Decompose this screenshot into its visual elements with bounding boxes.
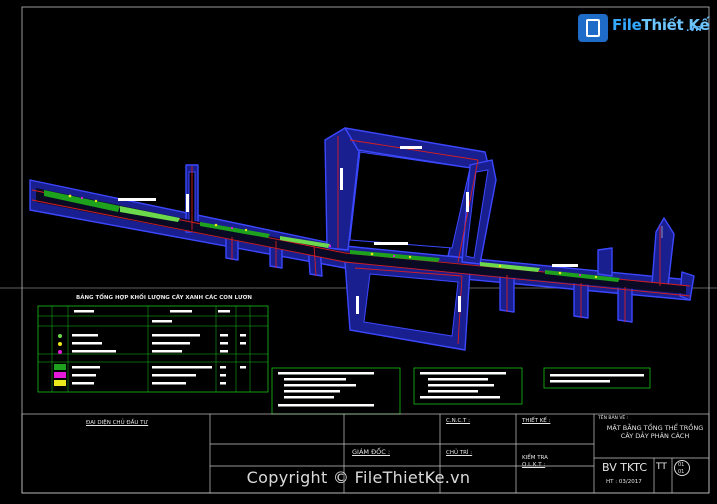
owner-rep-label: ĐẠI DIỆN CHỦ ĐẦU TƯ — [86, 420, 149, 426]
cnct-label: C.N.C.T : — [446, 418, 471, 424]
checker-label: KIỂM TRA — [522, 455, 548, 461]
drawing-name-label: TÊN BẢN VẼ : — [598, 416, 629, 421]
block-top-inner — [349, 151, 471, 249]
table-title: BẢNG TỔNG HỢP KHỐI LƯỢNG CÂY XANH CÁC CO… — [76, 295, 252, 301]
chief-label: CHỦ TRÌ : — [446, 450, 473, 456]
logo-brand-main: File — [612, 16, 642, 34]
designer-label: THIẾT KẾ : — [522, 418, 551, 424]
logo-domain: .vn — [686, 24, 702, 34]
copyright-watermark: Copyright © FileThietKe.vn — [246, 468, 471, 487]
drawing-title: MẶT BẰNG TỔNG THỂ TRỒNG CÂY DẢY PHÂN CÁC… — [606, 424, 704, 440]
director-label: GIÁM ĐỐC : — [352, 448, 391, 456]
file-icon — [578, 14, 608, 42]
logo-watermark: FileThiết Kế .vn — [578, 10, 710, 46]
left-spur — [597, 247, 613, 277]
